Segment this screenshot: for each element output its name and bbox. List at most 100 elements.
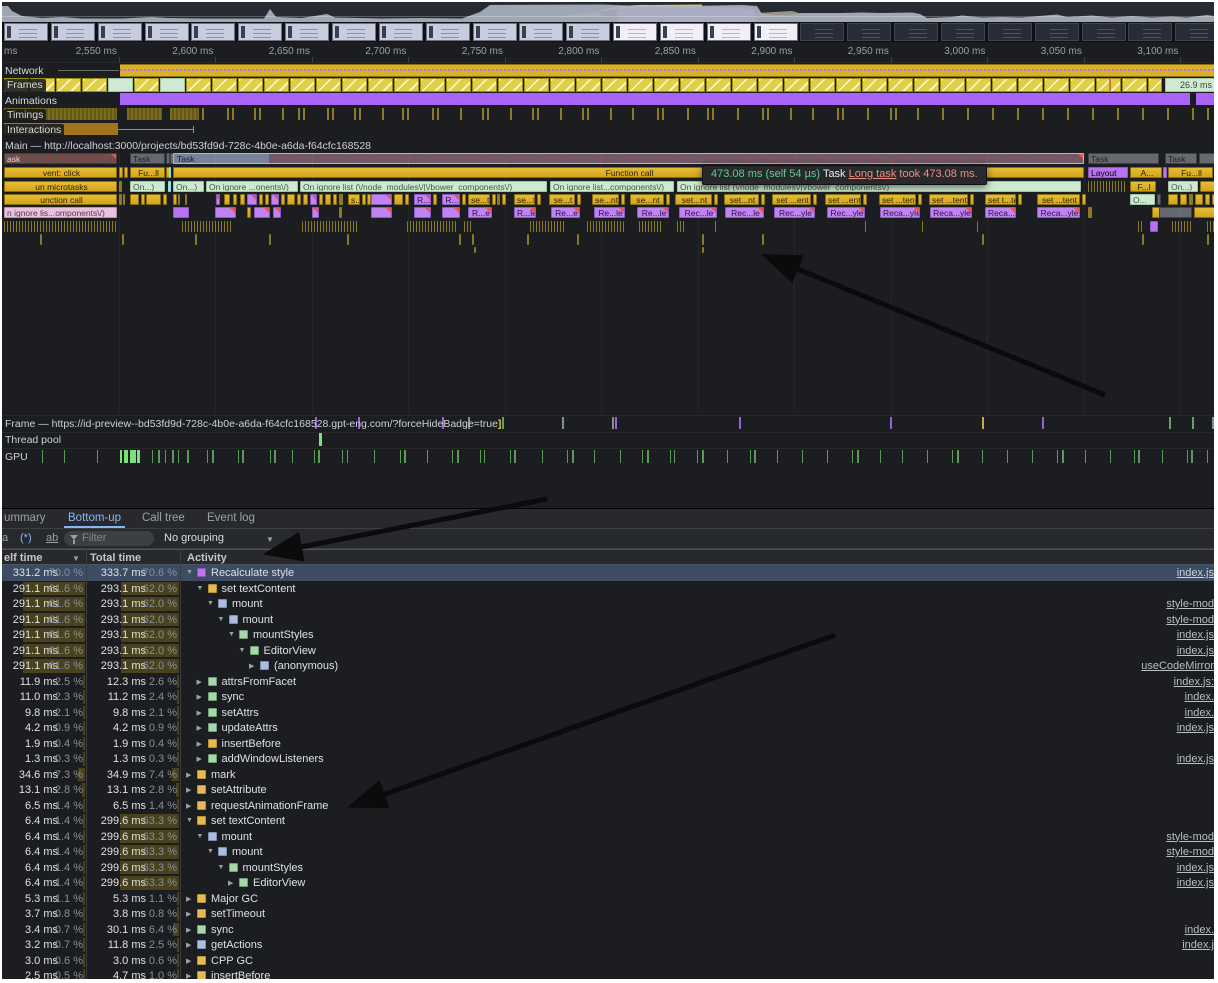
- flame-bar[interactable]: F...l: [1130, 181, 1156, 192]
- flame-bar[interactable]: [163, 194, 167, 205]
- network-track-label[interactable]: Network: [5, 65, 44, 77]
- table-row[interactable]: 291.1 ms61.6 %293.1 ms62.0 %▼mountstyle-…: [2, 612, 1214, 628]
- flame-bar[interactable]: [247, 194, 257, 205]
- flame-bar[interactable]: [339, 194, 343, 205]
- tab-call-tree[interactable]: Call tree: [142, 512, 185, 524]
- flame-bar[interactable]: [40, 234, 42, 245]
- main-thread-title[interactable]: Main — http://localhost:3000/projects/bd…: [5, 140, 371, 152]
- flame-bar[interactable]: vent: click: [4, 167, 117, 178]
- flame-bar[interactable]: [1172, 221, 1192, 232]
- frame-cell[interactable]: [342, 78, 367, 92]
- activity-label[interactable]: mount: [222, 831, 253, 843]
- table-row[interactable]: 11.0 ms2.3 %11.2 ms2.4 %▶syncindex.: [2, 689, 1214, 705]
- activity-label[interactable]: requestAnimationFrame: [211, 800, 328, 812]
- frame-cell[interactable]: [602, 78, 627, 92]
- frame-cell[interactable]: [420, 78, 445, 92]
- tree-toggle[interactable]: ▶: [197, 740, 202, 748]
- flame-bar[interactable]: [982, 234, 984, 245]
- source-link[interactable]: index.js: [1177, 629, 1214, 641]
- activity-label[interactable]: updateAttrs: [222, 722, 278, 734]
- source-link[interactable]: index.: [1185, 707, 1214, 719]
- frame-cell[interactable]: [290, 78, 315, 92]
- filmstrip-thumbnail[interactable]: [754, 23, 798, 41]
- frame-cell[interactable]: [56, 78, 81, 92]
- table-row[interactable]: 291.1 ms61.6 %293.1 ms62.0 %▼EditorViewi…: [2, 643, 1214, 659]
- activity-label[interactable]: sync: [211, 924, 234, 936]
- source-link[interactable]: style-mod: [1166, 614, 1214, 626]
- source-link[interactable]: index.js: [1177, 753, 1214, 765]
- flame-bar[interactable]: [122, 234, 124, 245]
- table-row[interactable]: 3.4 ms0.7 %30.1 ms6.4 %▶syncindex.: [2, 922, 1214, 938]
- flame-bar[interactable]: Re...e: [551, 207, 580, 218]
- flame-bar[interactable]: Re...le: [594, 207, 625, 218]
- flame-bar[interactable]: [347, 234, 349, 245]
- flame-bar[interactable]: [185, 194, 187, 205]
- frame-cell[interactable]: [576, 78, 601, 92]
- tab-bottom-up[interactable]: Bottom-up: [68, 512, 121, 524]
- filmstrip-thumbnail[interactable]: [98, 23, 142, 41]
- activity-label[interactable]: mountStyles: [253, 629, 314, 641]
- table-row[interactable]: 6.4 ms1.4 %299.6 ms63.3 %▼mountstyle-mod: [2, 829, 1214, 845]
- filmstrip-thumbnail[interactable]: [4, 23, 48, 41]
- frame-cell[interactable]: [966, 78, 991, 92]
- tree-toggle[interactable]: ▼: [207, 600, 214, 607]
- flame-bar[interactable]: [865, 221, 868, 232]
- frame-cell[interactable]: [862, 78, 887, 92]
- flame-bar[interactable]: [1195, 194, 1203, 205]
- flame-bar[interactable]: [4, 221, 116, 232]
- column-separator[interactable]: [86, 549, 87, 979]
- frame-track-title[interactable]: Frame — https://id-preview--bd53fd9d-728…: [5, 418, 501, 430]
- filmstrip-thumbnail[interactable]: [332, 23, 376, 41]
- flame-bar[interactable]: [1207, 234, 1209, 245]
- flame-bar[interactable]: [182, 221, 233, 232]
- tree-toggle[interactable]: ▼: [239, 647, 246, 654]
- flame-bar[interactable]: Fu...ll: [1168, 167, 1213, 178]
- flame-bar[interactable]: O...: [1130, 194, 1155, 205]
- table-row[interactable]: 34.6 ms7.3 %34.9 ms7.4 %▶mark: [2, 767, 1214, 783]
- match-case-button[interactable]: a: [2, 532, 8, 544]
- animations-track-label[interactable]: Animations: [5, 95, 57, 107]
- thread-pool-label[interactable]: Thread pool: [5, 434, 61, 446]
- flame-bar[interactable]: [1088, 207, 1092, 218]
- flame-bar[interactable]: [195, 234, 197, 245]
- flame-bar[interactable]: Task: [173, 153, 1084, 164]
- frame-cell[interactable]: [888, 78, 913, 92]
- frames-track-label[interactable]: Frames: [4, 79, 46, 92]
- frame-cell[interactable]: [394, 78, 419, 92]
- timeline-ruler[interactable]: ms2,550 ms2,600 ms2,650 ms2,700 ms2,750 …: [2, 42, 1214, 63]
- flame-bar[interactable]: [1212, 194, 1214, 205]
- flame-bar[interactable]: On ignore list...components\/): [550, 181, 674, 192]
- flame-bar[interactable]: set...nt: [724, 194, 759, 205]
- flame-bar[interactable]: [371, 194, 392, 205]
- grouping-select[interactable]: No grouping: [164, 532, 224, 544]
- screenshot-filmstrip[interactable]: [2, 22, 1214, 42]
- flame-bar[interactable]: [1189, 194, 1193, 205]
- flame-bar[interactable]: [639, 221, 662, 232]
- flame-bar[interactable]: On...): [1168, 181, 1198, 192]
- flame-bar[interactable]: Reca...yle: [930, 207, 972, 218]
- table-row[interactable]: 6.5 ms1.4 %6.5 ms1.4 %▶requestAnimationF…: [2, 798, 1214, 814]
- flame-bar[interactable]: [216, 194, 220, 205]
- flame-bar[interactable]: [271, 194, 279, 205]
- flame-bar[interactable]: Layout: [1088, 167, 1128, 178]
- frame-cell[interactable]: [82, 78, 107, 92]
- flame-bar[interactable]: R...: [414, 194, 431, 205]
- flame-bar[interactable]: se...t: [549, 194, 575, 205]
- flame-bar[interactable]: [577, 194, 581, 205]
- filmstrip-thumbnail[interactable]: [51, 23, 95, 41]
- flame-bar[interactable]: R...e: [468, 207, 492, 218]
- flame-bar[interactable]: set ...tent: [1037, 194, 1080, 205]
- activity-label[interactable]: insertBefore: [211, 970, 270, 979]
- tree-toggle[interactable]: ▶: [249, 662, 254, 670]
- frame-cell[interactable]: [160, 78, 185, 92]
- cpu-overview-strip[interactable]: [2, 2, 1214, 22]
- thread-pool-row[interactable]: [2, 432, 1214, 449]
- flame-bar[interactable]: Fu...ll: [130, 167, 165, 178]
- tree-toggle[interactable]: ▼: [197, 585, 204, 592]
- filmstrip-thumbnail[interactable]: [613, 23, 657, 41]
- flame-bar[interactable]: R...: [442, 194, 460, 205]
- activity-label[interactable]: EditorView: [264, 645, 316, 657]
- flame-bar[interactable]: [1180, 194, 1187, 205]
- flame-bar[interactable]: [297, 194, 301, 205]
- flame-bar[interactable]: ask: [4, 153, 117, 164]
